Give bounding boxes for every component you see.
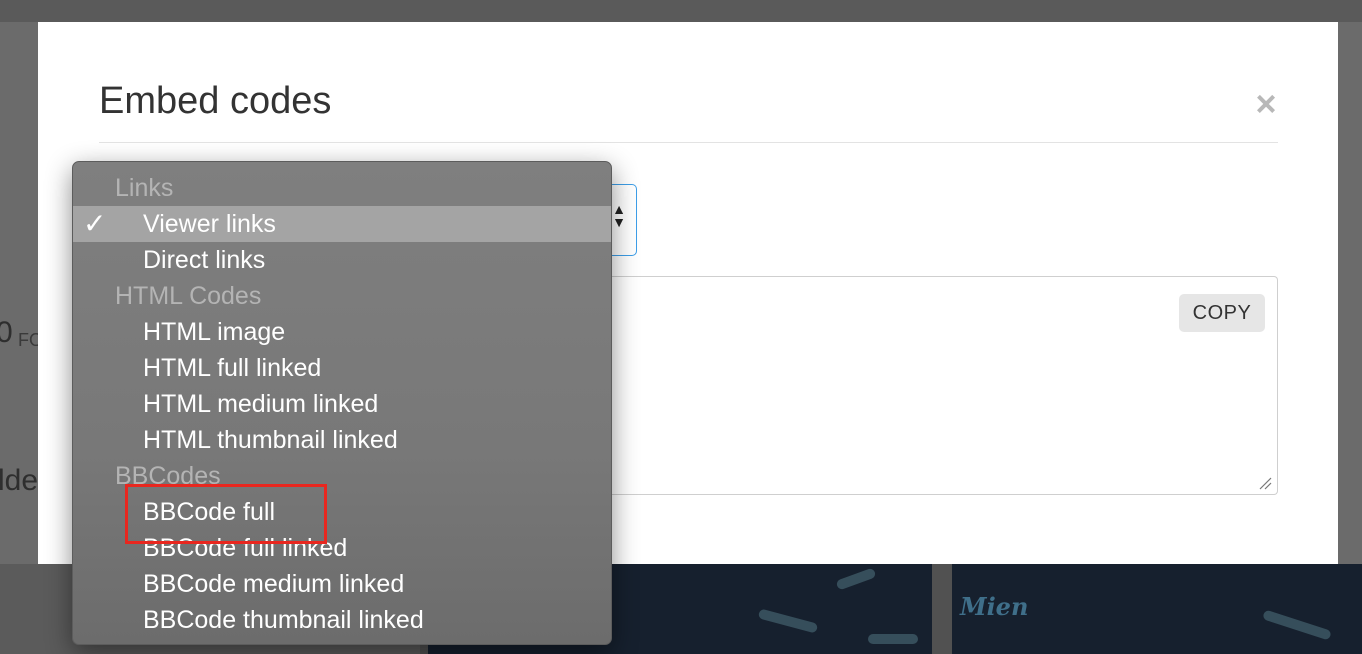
background-top-strip bbox=[0, 0, 1362, 22]
highlight-annotation-box bbox=[125, 484, 327, 544]
embed-code-textarea[interactable] bbox=[569, 276, 1278, 495]
dropdown-item-html-medium-linked[interactable]: HTML medium linked bbox=[73, 386, 611, 422]
modal-title: Embed codes bbox=[99, 80, 332, 122]
embed-type-dropdown-menu: Links ✓ Viewer links Direct links HTML C… bbox=[72, 161, 612, 645]
dropdown-item-html-full-linked[interactable]: HTML full linked bbox=[73, 350, 611, 386]
dropdown-item-bbcode-medium-linked[interactable]: BBCode medium linked bbox=[73, 566, 611, 602]
background-left-panel: 0 FO lde bbox=[0, 22, 43, 564]
thumbnail-script-text: Mien bbox=[960, 592, 1029, 621]
dropdown-item-html-thumbnail-linked[interactable]: HTML thumbnail linked bbox=[73, 422, 611, 458]
background-word: lde bbox=[0, 464, 39, 497]
dropdown-group-html-codes: HTML Codes bbox=[115, 282, 262, 310]
close-icon[interactable]: × bbox=[1248, 84, 1284, 124]
select-arrows-icon: ▲ ▼ bbox=[612, 201, 626, 230]
dropdown-group-links: Links bbox=[115, 174, 174, 202]
image-thumbnail[interactable]: Mien bbox=[952, 564, 1362, 654]
title-divider bbox=[99, 142, 1278, 143]
dropdown-item-viewer-links[interactable]: ✓ Viewer links bbox=[73, 206, 611, 242]
copy-button[interactable]: COPY bbox=[1179, 294, 1265, 332]
resize-grip-icon[interactable] bbox=[1258, 476, 1272, 490]
background-right-panel bbox=[1338, 22, 1362, 564]
dropdown-item-label: Viewer links bbox=[143, 210, 276, 238]
background-number: 0 bbox=[0, 316, 13, 349]
checkmark-icon: ✓ bbox=[83, 208, 107, 239]
dropdown-item-direct-links[interactable]: Direct links bbox=[73, 242, 611, 278]
dropdown-item-html-image[interactable]: HTML image bbox=[73, 314, 611, 350]
dropdown-item-bbcode-thumbnail-linked[interactable]: BBCode thumbnail linked bbox=[73, 602, 611, 638]
